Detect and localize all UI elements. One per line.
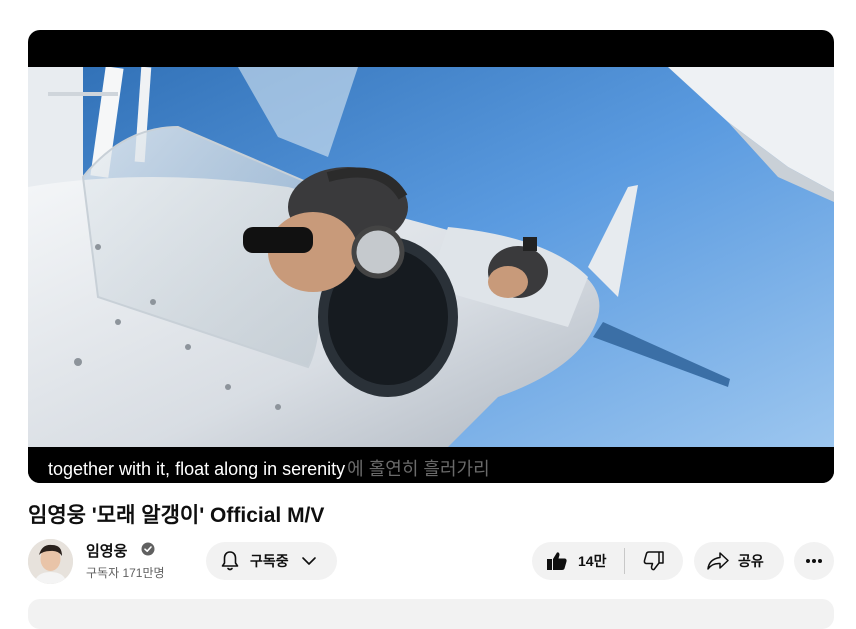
dislike-button[interactable]	[625, 542, 683, 580]
share-icon	[707, 552, 729, 570]
subscribed-label: 구독중	[250, 553, 289, 569]
video-title: 임영웅 '모래 알갱이' Official M/V	[28, 504, 325, 527]
like-count: 14만	[578, 553, 607, 569]
channel-row: 임영웅 구독자 171만명 구독중 14만 공유	[28, 538, 834, 584]
channel-avatar[interactable]	[28, 539, 73, 584]
like-dislike-group: 14만	[532, 542, 683, 580]
more-actions-button[interactable]	[794, 542, 834, 580]
video-player[interactable]: together with it, float along in serenit…	[28, 30, 834, 483]
bell-icon	[221, 551, 239, 571]
check-circle-icon	[141, 542, 155, 556]
description-panel[interactable]	[28, 599, 834, 629]
caption-bar: together with it, float along in serenit…	[28, 447, 834, 483]
more-horizontal-icon	[806, 559, 822, 563]
caption-text: together with it, float along in serenit…	[48, 455, 490, 481]
caption-english: together with it, float along in serenit…	[48, 459, 346, 479]
caption-korean: 에 홀연히 흘러가리	[347, 459, 490, 479]
avatar-image	[28, 539, 73, 584]
video-frame[interactable]	[28, 67, 834, 447]
biplane-scene	[28, 67, 834, 447]
subscriber-count: 구독자 171만명	[86, 566, 165, 580]
share-label: 공유	[738, 553, 764, 569]
thumbs-up-icon	[547, 552, 567, 570]
chevron-down-icon	[301, 557, 316, 565]
subscribed-button[interactable]: 구독중	[206, 542, 337, 580]
share-button[interactable]: 공유	[694, 542, 784, 580]
like-button[interactable]: 14만	[532, 542, 624, 580]
channel-name[interactable]: 임영웅	[86, 540, 127, 561]
thumbs-down-icon	[643, 551, 664, 571]
